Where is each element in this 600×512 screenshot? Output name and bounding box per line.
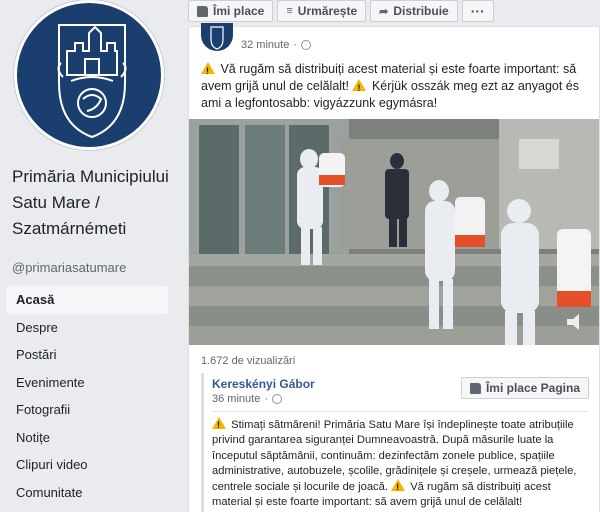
page-title[interactable]: Primăria Municipiului Satu Mare / Szatmá… (12, 164, 172, 242)
feed: Îmi place ≡ Urmărește ➦ Distribuie ··· 3… (188, 0, 600, 512)
nav-item-notite[interactable]: Notițe (6, 424, 168, 452)
more-options-button[interactable]: ··· (461, 0, 494, 22)
follow-button[interactable]: ≡ Urmărește (277, 0, 367, 22)
view-count: 1.672 de vizualizări (201, 355, 296, 367)
post-card: 32 minute · Vă rugăm să distribuiți aces… (188, 23, 600, 512)
warning-icon (212, 417, 226, 433)
post-timestamp[interactable]: 32 minute · (241, 39, 311, 51)
share-button-label: Distribuie (393, 4, 449, 18)
globe-icon (300, 40, 311, 50)
page-action-bar: Îmi place ≡ Urmărește ➦ Distribuie ··· (188, 0, 498, 22)
post-author-avatar[interactable] (201, 23, 233, 51)
nav-item-comunitate[interactable]: Comunitate (6, 479, 168, 507)
follow-button-label: Urmărește (297, 4, 358, 18)
coat-of-arms-logo (14, 0, 164, 150)
share-arrow-icon: ➦ (379, 5, 389, 18)
thumbs-up-icon (197, 5, 208, 17)
thumbs-up-icon (469, 382, 481, 394)
nav-item-evenimente[interactable]: Evenimente (6, 369, 168, 397)
warning-icon (352, 79, 367, 97)
like-page-button[interactable]: Îmi place Pagina (460, 377, 589, 399)
post-text: Vă rugăm să distribuiți acest material ș… (201, 61, 591, 112)
warning-icon (201, 62, 215, 80)
shared-post-text: Stimați sătmăreni! Primăria Satu Mare îș… (212, 417, 590, 511)
like-button-label: Îmi place (213, 4, 265, 18)
rss-icon: ≡ (286, 5, 293, 17)
disinfection-photo (189, 119, 599, 345)
post-time-text: 32 minute (241, 39, 290, 51)
divider (212, 411, 588, 412)
share-button[interactable]: ➦ Distribuie (370, 0, 458, 22)
page-handle[interactable]: @primariasatumare (12, 260, 126, 275)
profile-picture[interactable] (12, 0, 166, 150)
warning-icon (391, 479, 406, 495)
like-page-label: Îmi place Pagina (485, 381, 580, 395)
shared-timestamp[interactable]: 36 minute · (212, 393, 282, 405)
nav-item-acasa[interactable]: Acasă (6, 286, 168, 314)
globe-icon (271, 394, 282, 404)
shared-author-name[interactable]: Kereskényi Gábor (212, 377, 315, 391)
left-column: Primăria Municipiului Satu Mare / Szatmá… (0, 0, 178, 512)
post-video[interactable] (189, 119, 599, 345)
nav-item-clipuri-video[interactable]: Clipuri video (6, 451, 168, 479)
nav-item-postari[interactable]: Postări (6, 341, 168, 369)
nav-item-fotografii[interactable]: Fotografii (6, 396, 168, 424)
shared-post: Kereskényi Gábor 36 minute · Îmi place P… (201, 373, 589, 512)
shared-time-text: 36 minute (212, 393, 261, 405)
like-button[interactable]: Îmi place (188, 0, 274, 22)
nav-item-despre[interactable]: Despre (6, 314, 168, 342)
page-nav: Acasă Despre Postări Evenimente Fotograf… (6, 286, 168, 506)
